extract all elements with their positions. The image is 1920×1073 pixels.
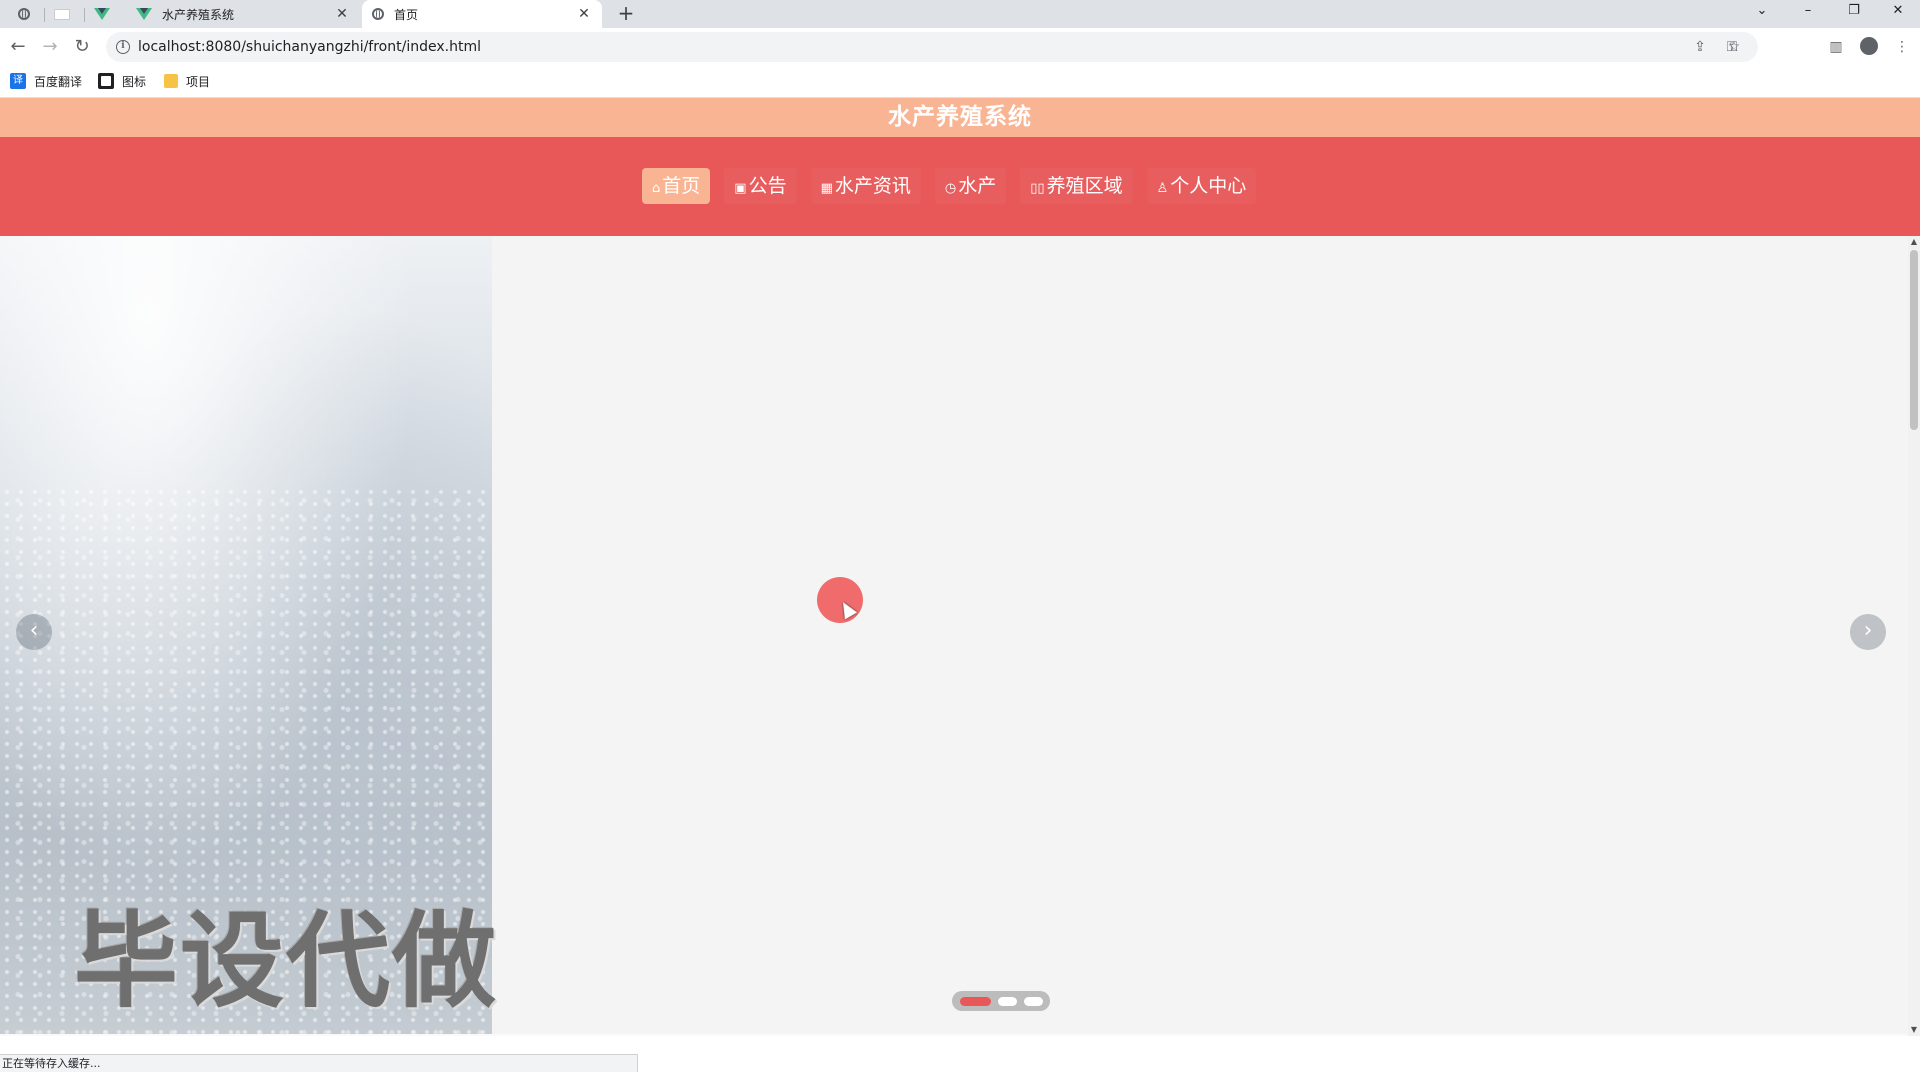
forward-arrow-icon[interactable]: →: [36, 33, 64, 61]
tab-title: 首页: [394, 7, 419, 22]
bookmark-project-folder[interactable]: 项目: [164, 70, 210, 92]
grid-icon: ▦: [820, 181, 833, 196]
tab-search-chevron-icon[interactable]: ⌄: [1740, 0, 1784, 22]
new-tab-button[interactable]: +: [614, 0, 638, 28]
pinned-tab-globe[interactable]: [6, 0, 42, 28]
status-bar: 正在等待存入缓存...: [0, 1054, 638, 1072]
site-title: 水产养殖系统: [0, 98, 1920, 137]
tab-home[interactable]: 首页 ✕: [362, 0, 602, 28]
cursor-highlight: [817, 577, 863, 623]
restore-button[interactable]: ❐: [1832, 0, 1876, 22]
pinned-tab-vue[interactable]: [84, 0, 120, 28]
bookmark-label: 图标: [122, 74, 147, 89]
browser-tab-strip: 水产养殖系统 ✕ 首页 ✕ + ⌄ – ❐ ✕: [0, 0, 1920, 28]
info-icon[interactable]: i: [116, 40, 130, 54]
nav-item-breeding-area[interactable]: ▯▯ 养殖区域: [1020, 168, 1133, 204]
scrollbar-thumb[interactable]: [1910, 250, 1918, 430]
gift-icon: ▣: [734, 181, 747, 196]
bookmark-baidu-translate[interactable]: 译 百度翻译: [10, 70, 82, 92]
nav-label: 首页: [662, 175, 701, 197]
menu-kebab-icon[interactable]: ⋮: [1892, 37, 1912, 57]
translate-icon: 译: [10, 73, 26, 89]
url-text[interactable]: localhost:8080/shuichanyangzhi/front/ind…: [138, 32, 481, 62]
carousel-prev-arrow-icon[interactable]: ‹: [16, 614, 52, 650]
carousel-indicators: [952, 991, 1050, 1011]
vue-icon: [94, 8, 110, 20]
banner-carousel[interactable]: 毕设代做 ‹ ›: [0, 236, 1908, 1034]
profile-avatar-icon[interactable]: [1860, 37, 1878, 55]
home-icon: ⌂: [652, 181, 661, 196]
scroll-down-arrow-icon[interactable]: ▼: [1908, 1024, 1920, 1036]
bookmarks-bar: 译 百度翻译 图标 项目: [0, 66, 1920, 98]
columns-icon: ▯▯: [1030, 181, 1045, 196]
tab-close-icon[interactable]: ✕: [576, 6, 592, 22]
bookmark-star-icon[interactable]: ☆: [1724, 37, 1744, 57]
share-icon[interactable]: ⇪: [1690, 37, 1710, 57]
pinned-tab-blank[interactable]: [44, 0, 80, 28]
side-panel-icon[interactable]: ▥: [1826, 37, 1846, 57]
reload-icon[interactable]: ↻: [68, 33, 96, 61]
nav-label: 养殖区域: [1046, 175, 1123, 197]
bookmark-icons[interactable]: 图标: [98, 70, 146, 92]
clock-icon: ◷: [944, 181, 957, 196]
carousel-indicator-2[interactable]: [997, 996, 1017, 1006]
nav-label: 个人中心: [1170, 175, 1247, 197]
carousel-next-arrow-icon[interactable]: ›: [1850, 614, 1886, 650]
globe-icon: [18, 8, 30, 20]
nav-item-personal-center[interactable]: ♙ 个人中心: [1146, 168, 1257, 204]
tab-title: 水产养殖系统: [162, 7, 235, 22]
nav-item-home[interactable]: ⌂ 首页: [642, 168, 711, 204]
address-bar[interactable]: i localhost:8080/shuichanyangzhi/front/i…: [106, 32, 1758, 62]
watermark-text: 毕设代做: [74, 900, 499, 1022]
user-icon: ♙: [1156, 181, 1169, 196]
carousel-indicator-1[interactable]: [960, 996, 991, 1006]
folder-icon: [164, 74, 178, 88]
globe-icon: [372, 8, 384, 20]
image-icon: [98, 73, 114, 89]
browser-toolbar: ← → ↻ i localhost:8080/shuichanyangzhi/f…: [0, 28, 1920, 66]
scroll-up-arrow-icon[interactable]: ▲: [1908, 236, 1920, 248]
nav-item-aquatic[interactable]: ◷ 水产: [934, 168, 1007, 204]
nav-item-announcement[interactable]: ▣ 公告: [724, 168, 797, 204]
bookmark-label: 百度翻译: [34, 74, 83, 89]
carousel-indicator-3[interactable]: [1023, 996, 1044, 1006]
tab-shuichan[interactable]: 水产养殖系统 ✕: [126, 0, 360, 28]
nav-label: 水产: [958, 175, 997, 197]
close-window-button[interactable]: ✕: [1876, 0, 1920, 22]
main-nav: ⌂ 首页 ▣ 公告 ▦ 水产资讯 ◷ 水产 ▯▯ 养殖区域 ♙ 个人中心: [0, 137, 1920, 236]
nav-item-news[interactable]: ▦ 水产资讯: [810, 168, 921, 204]
web-page: 水产养殖系统 ⌂ 首页 ▣ 公告 ▦ 水产资讯 ◷ 水产 ▯▯ 养殖区域 ♙ 个人中心: [0, 98, 1920, 1036]
nav-list: ⌂ 首页 ▣ 公告 ▦ 水产资讯 ◷ 水产 ▯▯ 养殖区域 ♙ 个人中心: [642, 168, 1270, 204]
bookmark-label: 项目: [186, 74, 211, 89]
back-arrow-icon[interactable]: ←: [4, 33, 32, 61]
blank-page-icon: [54, 8, 70, 20]
nav-label: 公告: [748, 175, 787, 197]
minimize-button[interactable]: –: [1786, 0, 1830, 22]
page-scrollbar[interactable]: ▲ ▼: [1908, 236, 1920, 1036]
vue-icon: [136, 8, 152, 20]
tab-close-icon[interactable]: ✕: [334, 6, 350, 22]
nav-label: 水产资讯: [834, 175, 911, 197]
